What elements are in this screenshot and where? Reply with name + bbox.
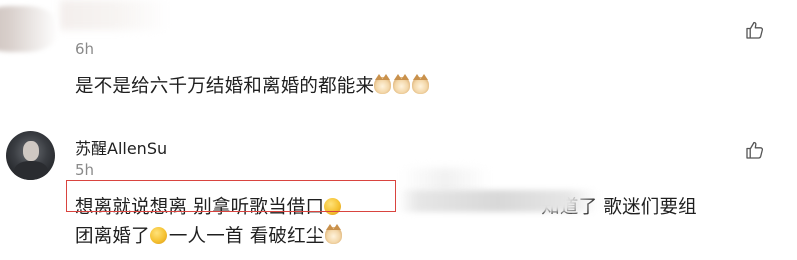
cat-face-icon (324, 224, 342, 244)
comment-timestamp: 6h (75, 40, 95, 58)
blurred-region (400, 168, 490, 192)
thumbs-up-icon[interactable] (745, 20, 765, 40)
comment-text-line-2: 团离婚了 一人一首 看破红尘 (75, 222, 344, 248)
avatar[interactable] (0, 6, 58, 52)
comment-text-part: 团离婚了 (75, 226, 150, 247)
cat-face-icon (374, 74, 392, 94)
comment-username[interactable]: 苏醒AllenSu (75, 135, 167, 159)
avatar-face (23, 141, 39, 161)
comment-text-body: 是不是给六千万结婚和离婚的都能来 (75, 76, 375, 97)
avatar[interactable] (6, 131, 55, 180)
comment-thread: 6h 是不是给六千万结婚和离婚的都能来 苏醒AllenSu 5h 想离就说想离 … (0, 0, 797, 260)
cat-face-icon (393, 74, 411, 94)
highlight-box (66, 180, 396, 212)
comment-timestamp: 5h (75, 161, 95, 179)
comment-text-part: 一人一首 看破红尘 (168, 226, 325, 247)
cat-face-icon (412, 74, 430, 94)
blurred-region (60, 0, 170, 30)
grin-face-icon (149, 227, 167, 244)
thumbs-up-icon[interactable] (745, 140, 765, 160)
comment-text: 是不是给六千万结婚和离婚的都能来 (75, 72, 431, 98)
avatar-body (14, 161, 48, 180)
blurred-region (398, 190, 598, 212)
